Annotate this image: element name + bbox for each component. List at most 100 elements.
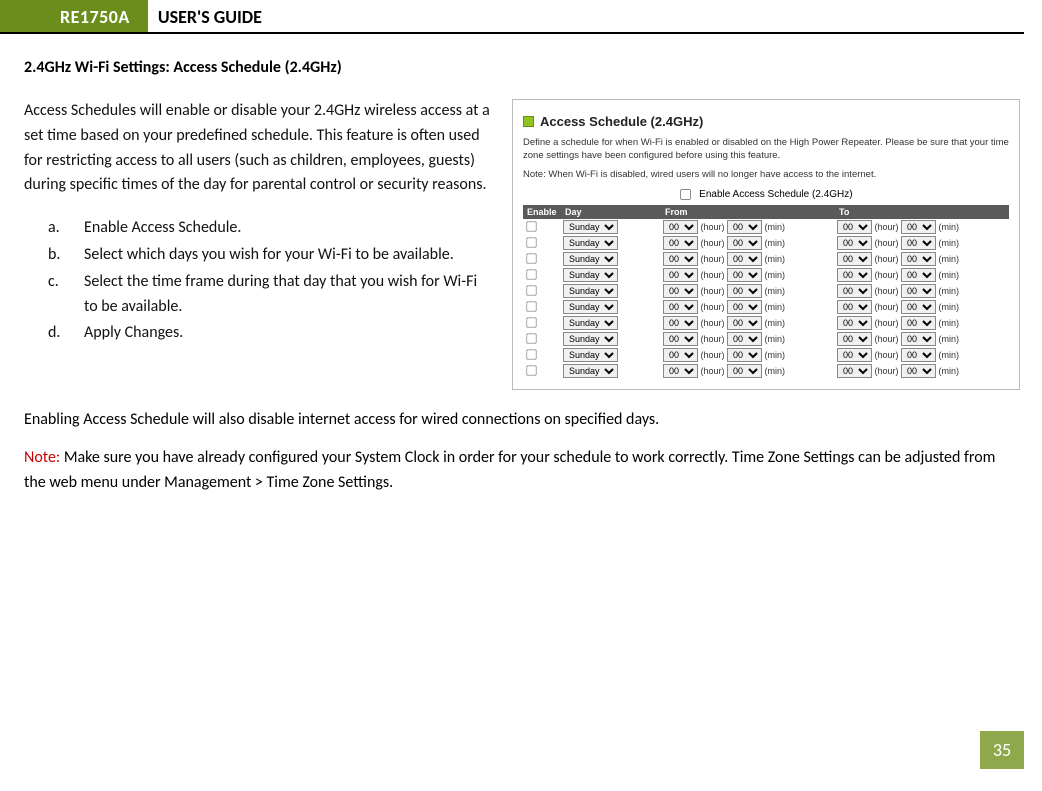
hour-label: (hour) [872, 254, 901, 264]
table-row: Sunday00 (hour) 00 (min)00 (hour) 00 (mi… [523, 283, 1009, 299]
hour-label: (hour) [698, 286, 727, 296]
to-min-select[interactable]: 00 [901, 300, 936, 314]
to-hour-select[interactable]: 00 [837, 332, 872, 346]
from-hour-select[interactable]: 00 [663, 284, 698, 298]
figure-access-schedule: Access Schedule (2.4GHz) Define a schedu… [512, 99, 1020, 390]
hour-label: (hour) [872, 286, 901, 296]
row-enable-checkbox[interactable] [526, 349, 536, 359]
to-min-select[interactable]: 00 [901, 332, 936, 346]
day-select[interactable]: Sunday [563, 316, 618, 330]
day-select[interactable]: Sunday [563, 348, 618, 362]
from-hour-select[interactable]: 00 [663, 364, 698, 378]
row-enable-checkbox[interactable] [526, 285, 536, 295]
step-text: Select which days you wish for your Wi-F… [84, 243, 454, 268]
row-enable-checkbox[interactable] [526, 317, 536, 327]
to-hour-select[interactable]: 00 [837, 348, 872, 362]
day-select[interactable]: Sunday [563, 220, 618, 234]
step-marker: d. [48, 321, 66, 346]
from-min-select[interactable]: 00 [727, 300, 762, 314]
to-min-select[interactable]: 00 [901, 348, 936, 362]
from-hour-select[interactable]: 00 [663, 348, 698, 362]
step-item: a.Enable Access Schedule. [48, 216, 492, 241]
step-marker: b. [48, 243, 66, 268]
intro-paragraph: Access Schedules will enable or disable … [24, 99, 492, 198]
hour-label: (hour) [872, 238, 901, 248]
day-select[interactable]: Sunday [563, 236, 618, 250]
table-row: Sunday00 (hour) 00 (min)00 (hour) 00 (mi… [523, 267, 1009, 283]
step-marker: c. [48, 270, 66, 320]
to-min-select[interactable]: 00 [901, 220, 936, 234]
from-min-select[interactable]: 00 [727, 284, 762, 298]
row-enable-checkbox[interactable] [526, 365, 536, 375]
row-enable-checkbox[interactable] [526, 269, 536, 279]
min-label: (min) [762, 254, 785, 264]
from-min-select[interactable]: 00 [727, 252, 762, 266]
to-hour-select[interactable]: 00 [837, 236, 872, 250]
th-to: To [835, 205, 1009, 219]
enable-access-schedule-checkbox[interactable] [680, 189, 691, 200]
to-min-select[interactable]: 00 [901, 316, 936, 330]
to-min-select[interactable]: 00 [901, 364, 936, 378]
hour-label: (hour) [698, 270, 727, 280]
lower-paragraph-1: Enabling Access Schedule will also disab… [24, 408, 1020, 433]
to-min-select[interactable]: 00 [901, 236, 936, 250]
hour-label: (hour) [872, 302, 901, 312]
from-min-select[interactable]: 00 [727, 364, 762, 378]
from-hour-select[interactable]: 00 [663, 316, 698, 330]
to-min-select[interactable]: 00 [901, 284, 936, 298]
hour-label: (hour) [872, 318, 901, 328]
day-select[interactable]: Sunday [563, 268, 618, 282]
from-hour-select[interactable]: 00 [663, 220, 698, 234]
header-model-tab: RE1750A [0, 0, 148, 32]
to-hour-select[interactable]: 00 [837, 252, 872, 266]
from-min-select[interactable]: 00 [727, 220, 762, 234]
min-label: (min) [762, 286, 785, 296]
from-hour-select[interactable]: 00 [663, 300, 698, 314]
row-enable-checkbox[interactable] [526, 301, 536, 311]
hour-label: (hour) [872, 334, 901, 344]
to-hour-select[interactable]: 00 [837, 316, 872, 330]
step-text: Apply Changes. [84, 321, 183, 346]
from-hour-select[interactable]: 00 [663, 236, 698, 250]
min-label: (min) [936, 302, 959, 312]
day-select[interactable]: Sunday [563, 284, 618, 298]
page-number: 35 [980, 731, 1024, 769]
min-label: (min) [762, 222, 785, 232]
figure-note: Note: When Wi-Fi is disabled, wired user… [523, 169, 1009, 180]
min-label: (min) [936, 334, 959, 344]
min-label: (min) [762, 270, 785, 280]
from-min-select[interactable]: 00 [727, 348, 762, 362]
to-min-select[interactable]: 00 [901, 268, 936, 282]
row-enable-checkbox[interactable] [526, 333, 536, 343]
to-hour-select[interactable]: 00 [837, 220, 872, 234]
from-min-select[interactable]: 00 [727, 316, 762, 330]
from-hour-select[interactable]: 00 [663, 252, 698, 266]
from-min-select[interactable]: 00 [727, 236, 762, 250]
to-hour-select[interactable]: 00 [837, 268, 872, 282]
from-hour-select[interactable]: 00 [663, 268, 698, 282]
hour-label: (hour) [698, 222, 727, 232]
figure-title: Access Schedule (2.4GHz) [540, 114, 703, 129]
min-label: (min) [936, 270, 959, 280]
to-min-select[interactable]: 00 [901, 252, 936, 266]
to-hour-select[interactable]: 00 [837, 300, 872, 314]
from-min-select[interactable]: 00 [727, 268, 762, 282]
steps-list: a.Enable Access Schedule.b. Select which … [24, 216, 492, 346]
hour-label: (hour) [698, 334, 727, 344]
day-select[interactable]: Sunday [563, 332, 618, 346]
from-hour-select[interactable]: 00 [663, 332, 698, 346]
from-min-select[interactable]: 00 [727, 332, 762, 346]
row-enable-checkbox[interactable] [526, 221, 536, 231]
day-select[interactable]: Sunday [563, 252, 618, 266]
min-label: (min) [762, 302, 785, 312]
step-item: d. Apply Changes. [48, 321, 492, 346]
table-row: Sunday00 (hour) 00 (min)00 (hour) 00 (mi… [523, 299, 1009, 315]
to-hour-select[interactable]: 00 [837, 284, 872, 298]
hour-label: (hour) [872, 222, 901, 232]
lower-paragraph-2: Note: Make sure you have already configu… [24, 446, 1020, 496]
row-enable-checkbox[interactable] [526, 237, 536, 247]
day-select[interactable]: Sunday [563, 300, 618, 314]
to-hour-select[interactable]: 00 [837, 364, 872, 378]
day-select[interactable]: Sunday [563, 364, 618, 378]
row-enable-checkbox[interactable] [526, 253, 536, 263]
